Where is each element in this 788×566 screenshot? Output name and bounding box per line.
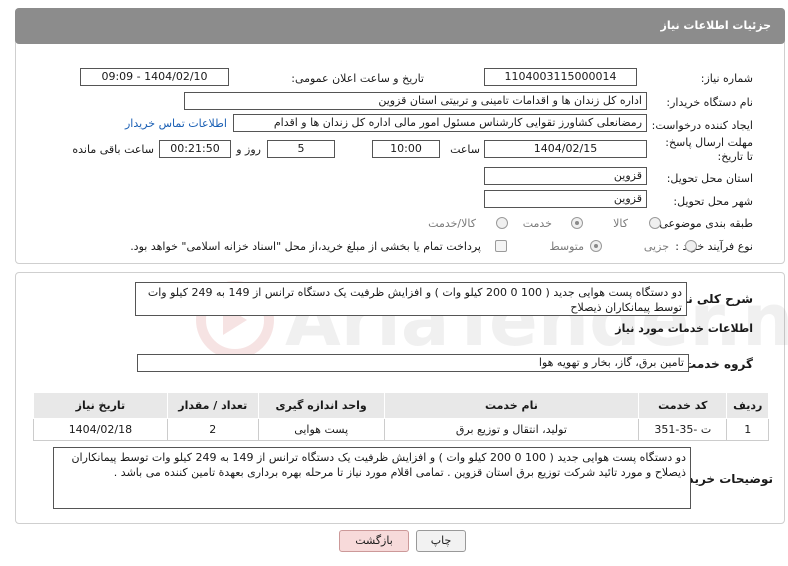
deadline-time-field[interactable]: 10:00 (372, 140, 440, 158)
category-radio-goods[interactable] (649, 217, 661, 229)
general-description-field[interactable]: دو دستگاه پست هوایی جدید ( 100 0 200 کیل… (135, 282, 687, 316)
purchase-option-medium: متوسط (549, 240, 584, 253)
delivery-province-label: استان محل تحویل: (666, 172, 753, 185)
col-service-name: نام خدمت (383, 392, 640, 419)
col-quantity: تعداد / مقدار (166, 392, 259, 419)
purchase-option-minor: جزیی (643, 240, 669, 253)
deadline-label: مهلت ارسال پاسخ: تا تاریخ: (665, 136, 753, 163)
buyer-org-field[interactable]: اداره کل زندان ها و اقدامات تامینی و ترب… (184, 92, 647, 110)
table-row[interactable]: 1 ت -35-351 تولید، انتقال و توزیع برق پس… (33, 418, 769, 441)
buyer-notes-field[interactable]: دو دستگاه پست هوایی جدید ( 100 0 200 کیل… (53, 447, 691, 509)
category-radio-goods-service[interactable] (496, 217, 508, 229)
col-row: ردیف (726, 392, 769, 419)
purchase-radio-medium[interactable] (590, 240, 602, 252)
category-option-goods-service: کالا/خدمت (428, 217, 476, 230)
deadline-remaining-label: ساعت باقی مانده (72, 143, 154, 156)
cell-quantity: 2 (166, 418, 259, 441)
cell-service-code: ت -35-351 (638, 418, 728, 441)
need-number-label: شماره نیاز: (700, 72, 753, 85)
back-button[interactable]: بازگشت (339, 530, 409, 552)
page-title: جزئیات اطلاعات نیاز (660, 19, 772, 32)
deadline-days-field[interactable]: 5 (267, 140, 335, 158)
cell-need-date: 1404/02/18 (33, 418, 168, 441)
print-button[interactable]: چاپ (416, 530, 466, 552)
cell-unit: پست هوایی (257, 418, 385, 441)
cell-row: 1 (726, 418, 769, 441)
service-group-label: گروه خدمت: (679, 357, 753, 371)
need-number-field[interactable]: 1104003115000014 (484, 68, 637, 86)
cell-service-name: تولید، انتقال و توزیع برق (383, 418, 640, 441)
deadline-days-label: روز و (236, 143, 261, 156)
services-table-header: ردیف کد خدمت نام خدمت واحد اندازه گیری ت… (33, 392, 769, 419)
services-info-title: اطلاعات خدمات مورد نیاز (615, 322, 753, 335)
treasury-checkbox[interactable] (495, 240, 507, 252)
col-service-code: کد خدمت (638, 392, 728, 419)
announce-datetime-field[interactable]: 1404/02/10 - 09:09 (80, 68, 229, 86)
category-radio-service[interactable] (571, 217, 583, 229)
purchase-radio-minor[interactable] (685, 240, 697, 252)
deadline-time-label: ساعت (450, 143, 480, 156)
deadline-remaining-field[interactable]: 00:21:50 (159, 140, 231, 158)
col-unit: واحد اندازه گیری (257, 392, 385, 419)
requester-field[interactable]: رمضانعلی کشاورز تقوایی کارشناس مسئول امو… (233, 114, 647, 132)
category-option-service: خدمت (522, 217, 552, 230)
announce-datetime-label: تاریخ و ساعت اعلان عمومی: (291, 72, 424, 85)
buyer-org-label: نام دستگاه خریدار: (666, 96, 753, 109)
service-group-field[interactable]: تامین برق، گاز، بخار و تهویه هوا (137, 354, 689, 372)
delivery-city-field[interactable]: قزوین (484, 190, 647, 208)
delivery-province-field[interactable]: قزوین (484, 167, 647, 185)
requester-label: ایجاد کننده درخواست: (651, 119, 753, 132)
category-option-goods: کالا (613, 217, 628, 230)
category-label: طبقه بندی موضوعی: (655, 217, 753, 230)
treasury-note: پرداخت تمام یا بخشی از مبلغ خرید،از محل … (130, 240, 481, 253)
services-table: ردیف کد خدمت نام خدمت واحد اندازه گیری ت… (33, 392, 769, 441)
delivery-city-label: شهر محل تحویل: (673, 195, 753, 208)
buyer-contact-link[interactable]: اطلاعات تماس خریدار (125, 117, 227, 130)
deadline-date-field[interactable]: 1404/02/15 (484, 140, 647, 158)
col-need-date: تاریخ نیاز (33, 392, 168, 419)
header-bar: جزئیات اطلاعات نیاز (15, 8, 785, 44)
